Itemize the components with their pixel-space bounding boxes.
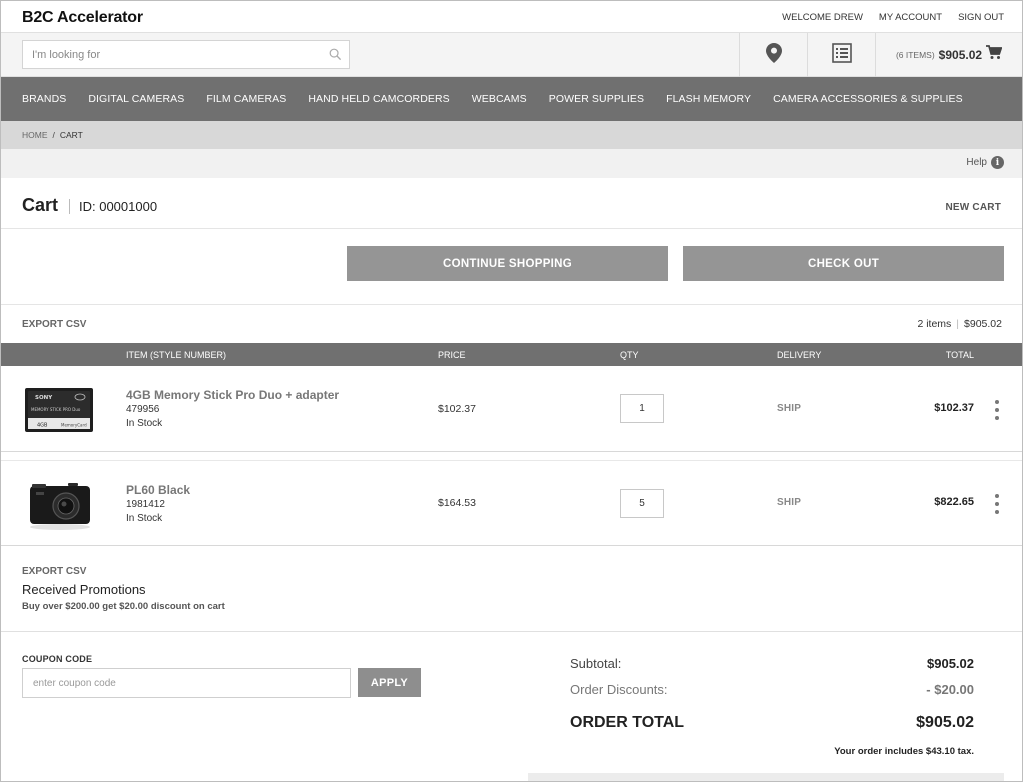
category-nav: BRANDS DIGITAL CAMERAS FILM CAMERAS HAND… [1, 77, 1022, 121]
summary-total: $905.02 [964, 318, 1002, 330]
style-number: 479956 [126, 404, 160, 415]
coupon-label: COUPON CODE [22, 654, 93, 664]
subtotal-value: $905.02 [927, 656, 974, 671]
mini-cart-count: (6 ITEMS) [895, 50, 935, 60]
product-name[interactable]: 4GB Memory Stick Pro Duo + adapter [126, 388, 339, 402]
coupon-code-input[interactable] [22, 668, 351, 698]
header-delivery: DELIVERY [777, 350, 822, 360]
nav-item-digital-cameras[interactable]: DIGITAL CAMERAS [88, 93, 184, 105]
search-box [22, 40, 350, 69]
title-divider [69, 199, 70, 214]
summary-items: 2 items [917, 318, 952, 330]
continue-shopping-button[interactable]: CONTINUE SHOPPING [347, 246, 668, 281]
subtotal-label: Subtotal: [570, 656, 622, 671]
welcome-text: WELCOME DREW [782, 12, 863, 23]
store-finder-button[interactable] [739, 33, 807, 77]
page-frame: B2C Accelerator WELCOME DREW MY ACCOUNT … [0, 0, 1023, 782]
promotions-title: Received Promotions [22, 582, 146, 597]
nav-item-webcams[interactable]: WEBCAMS [472, 93, 527, 105]
quantity-input[interactable] [620, 394, 664, 423]
new-cart-link[interactable]: NEW CART [946, 202, 1001, 213]
mini-cart-button[interactable]: (6 ITEMS) $905.02 [875, 33, 1022, 77]
cart-icon [986, 45, 1003, 65]
bottom-bar [528, 773, 1004, 781]
cart-summary: 2 items | $905.02 [917, 318, 1002, 330]
product-name[interactable]: PL60 Black [126, 483, 190, 497]
discount-value: - $20.00 [926, 682, 974, 697]
table-header: ITEM (STYLE NUMBER) PRICE QTY DELIVERY T… [1, 343, 1022, 366]
nav-item-camera-accessories[interactable]: CAMERA ACCESSORIES & SUPPLIES [773, 93, 963, 105]
quick-order-button[interactable] [807, 33, 875, 77]
check-out-button[interactable]: CHECK OUT [683, 246, 1004, 281]
product-image[interactable]: SONY MEMORY STICK PRO Duo 4GB MemoryCard [23, 382, 95, 438]
list-icon [831, 42, 852, 68]
nav-item-film-cameras[interactable]: FILM CAMERAS [206, 93, 286, 105]
cart-id: ID: 00001000 [79, 199, 158, 214]
thumb-brand-text: SONY [35, 395, 53, 401]
promotions-section: EXPORT CSV Received Promotions Buy over … [1, 546, 1022, 632]
brand-logo[interactable]: B2C Accelerator [22, 9, 143, 27]
apply-coupon-button[interactable]: APPLY [358, 668, 421, 697]
top-bar: B2C Accelerator WELCOME DREW MY ACCOUNT … [1, 1, 1022, 33]
stock-status: In Stock [126, 513, 163, 524]
cart-header: Cart ID: 00001000 NEW CART [1, 178, 1022, 229]
thumb-tag-text: MemoryCard [61, 423, 87, 428]
info-icon: i [991, 156, 1004, 169]
header-price: PRICE [438, 350, 466, 360]
thumb-product-text: MEMORY STICK PRO Duo [31, 407, 81, 412]
more-options-icon[interactable] [993, 400, 1001, 420]
table-row: SONY MEMORY STICK PRO Duo 4GB MemoryCard… [1, 366, 1022, 452]
page-title: Cart [22, 195, 59, 215]
cart-actions: CONTINUE SHOPPING CHECK OUT [1, 229, 1022, 305]
help-link[interactable]: Help i [966, 156, 1004, 169]
thumb-capacity-text: 4GB [37, 423, 48, 429]
delivery-mode: SHIP [777, 497, 802, 508]
account-links: WELCOME DREW MY ACCOUNT SIGN OUT [782, 12, 1004, 23]
search-input[interactable] [23, 41, 321, 68]
stock-status: In Stock [126, 418, 163, 429]
search-row: (6 ITEMS) $905.02 [1, 33, 1022, 77]
search-icon[interactable] [321, 48, 349, 61]
tax-note: Your order includes $43.10 tax. [834, 746, 974, 757]
breadcrumb-home[interactable]: HOME [22, 130, 48, 140]
export-row: EXPORT CSV 2 items | $905.02 [1, 305, 1022, 343]
my-account-link[interactable]: MY ACCOUNT [879, 12, 942, 23]
table-row: PL60 Black 1981412 In Stock $164.53 SHIP… [1, 460, 1022, 546]
line-total: $102.37 [934, 402, 974, 414]
style-number: 1981412 [126, 499, 165, 510]
nav-item-power-supplies[interactable]: POWER SUPPLIES [549, 93, 644, 105]
header-qty: QTY [620, 350, 639, 360]
header-item: ITEM (STYLE NUMBER) [126, 350, 227, 360]
help-label: Help [966, 157, 987, 168]
export-csv-link[interactable]: EXPORT CSV [22, 319, 86, 330]
breadcrumb: HOME / CART [1, 121, 1022, 149]
more-options-icon[interactable] [993, 494, 1001, 514]
order-total-value: $905.02 [916, 714, 974, 731]
sign-out-link[interactable]: SIGN OUT [958, 12, 1004, 23]
delivery-mode: SHIP [777, 403, 802, 414]
mini-cart-total: $905.02 [938, 48, 983, 62]
help-row: Help i [1, 149, 1022, 178]
item-price: $102.37 [438, 403, 476, 415]
map-pin-icon [765, 42, 782, 68]
order-total-label: ORDER TOTAL [570, 714, 685, 731]
promotion-description: Buy over $200.00 get $20.00 discount on … [22, 601, 225, 612]
item-price: $164.53 [438, 497, 476, 509]
line-total: $822.65 [934, 496, 974, 508]
nav-item-brands[interactable]: BRANDS [22, 93, 66, 105]
breadcrumb-separator: / [52, 130, 55, 140]
header-total: TOTAL [945, 350, 974, 360]
nav-item-hand-held-camcorders[interactable]: HAND HELD CAMCORDERS [308, 93, 449, 105]
nav-item-flash-memory[interactable]: FLASH MEMORY [666, 93, 751, 105]
summary-separator: | [956, 318, 960, 330]
discount-label: Order Discounts: [570, 682, 668, 697]
product-image[interactable] [23, 477, 95, 533]
quantity-input[interactable] [620, 489, 664, 518]
export-csv-link[interactable]: EXPORT CSV [22, 566, 86, 577]
breadcrumb-current: CART [59, 130, 83, 140]
